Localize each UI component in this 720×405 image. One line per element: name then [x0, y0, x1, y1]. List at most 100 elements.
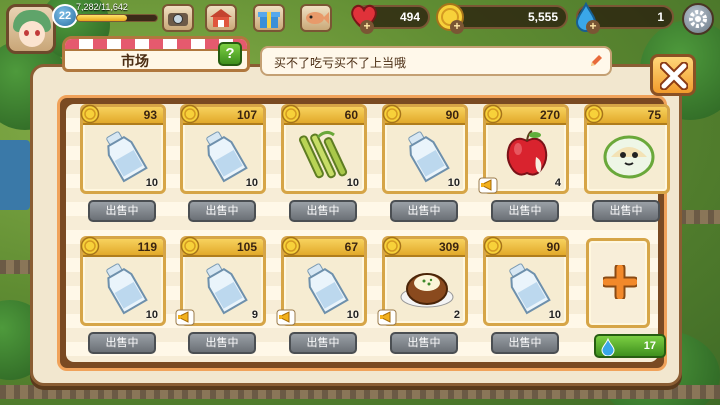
market-slot[interactable]: 309 2 出售中 [377, 236, 468, 354]
item-quantity: 10 [346, 309, 359, 321]
add-coins-button[interactable]: + [450, 20, 464, 34]
sugarcane-icon [298, 127, 354, 183]
gift-box-icon[interactable] [253, 4, 285, 32]
market-slot[interactable]: 90 10 出售中 [483, 236, 569, 354]
expand-cost: 17 [643, 340, 656, 352]
on-sale-button[interactable]: 出售中 [491, 200, 559, 222]
level-badge: 22 [52, 4, 78, 28]
item-card[interactable]: 75 [584, 104, 670, 194]
price-bar: 93 [80, 104, 163, 125]
advertise-icon[interactable] [276, 307, 298, 327]
item-card[interactable]: 105 9 [175, 236, 266, 326]
coin-icon [483, 236, 503, 256]
item-card[interactable]: 270 4 [478, 104, 569, 194]
item-card[interactable]: 90 10 [382, 104, 468, 194]
coin-icon [180, 236, 200, 256]
coin-icon [584, 104, 604, 124]
market-slot[interactable]: 119 10 出售中 [80, 236, 166, 354]
settings-gear-icon[interactable] [682, 3, 714, 35]
item-quantity: 10 [346, 177, 359, 189]
item-card[interactable]: 119 10 [80, 236, 166, 326]
add-slot-card[interactable] [586, 238, 650, 328]
baked-potato-icon [399, 259, 455, 315]
price-bar: 105 [180, 236, 263, 257]
advertise-icon[interactable] [478, 175, 500, 195]
item-price: 119 [137, 240, 157, 254]
item-price: 107 [236, 108, 257, 122]
item-price: 105 [236, 240, 257, 254]
xp-text: 7,282/11,642 [76, 2, 128, 12]
on-sale-button[interactable]: 出售中 [188, 332, 256, 354]
price-bar: 107 [180, 104, 263, 125]
milk-bottle-icon [298, 259, 354, 315]
on-sale-button[interactable]: 出售中 [188, 200, 256, 222]
on-sale-button[interactable]: 出售中 [390, 200, 458, 222]
shop-message-field[interactable]: 买不了吃亏买不了上当哦 [260, 46, 612, 76]
market-slot[interactable]: 90 10 出售中 [382, 104, 468, 222]
advertise-icon[interactable] [377, 307, 399, 327]
xp-fill [77, 15, 127, 21]
item-quantity: 2 [453, 309, 460, 321]
fish-icon[interactable] [300, 4, 332, 32]
market-slot[interactable]: 67 10 出售中 [276, 236, 367, 354]
coin-icon [483, 104, 503, 124]
item-card[interactable]: 90 10 [483, 236, 569, 326]
water-drop-icon [601, 338, 615, 356]
item-quantity: 10 [447, 177, 460, 189]
item-card[interactable]: 309 2 [377, 236, 468, 326]
advertise-icon[interactable] [175, 307, 197, 327]
market-slot[interactable]: 105 9 出售中 [175, 236, 266, 354]
price-bar: 60 [281, 104, 364, 125]
pencil-edit-icon[interactable] [588, 53, 604, 69]
hearts-value: 494 [399, 10, 420, 24]
top-hud: 22 7,282/11,642 494 + 5,555 + 1 + [0, 0, 720, 54]
milk-bottle-icon [97, 127, 153, 183]
milk-bottle-icon [197, 127, 253, 183]
coin-icon [382, 104, 402, 124]
on-sale-button[interactable]: 出售中 [88, 332, 156, 354]
market-slot[interactable]: 93 10 出售中 [80, 104, 166, 222]
on-sale-button[interactable]: 出售中 [390, 332, 458, 354]
add-gems-button[interactable]: + [586, 20, 600, 34]
on-sale-button[interactable]: 出售中 [289, 332, 357, 354]
item-price: 60 [344, 108, 358, 122]
item-card[interactable]: 67 10 [276, 236, 367, 326]
plus-icon [603, 265, 637, 299]
close-icon [660, 62, 688, 90]
price-bar: 119 [80, 236, 163, 257]
market-slot[interactable]: 107 10 出售中 [180, 104, 266, 222]
item-card[interactable]: 107 10 [180, 104, 266, 194]
item-quantity: 10 [245, 177, 258, 189]
close-button[interactable] [650, 54, 696, 96]
item-card[interactable]: 93 10 [80, 104, 166, 194]
on-sale-button[interactable]: 出售中 [491, 332, 559, 354]
help-button[interactable]: ? [218, 42, 242, 66]
player-avatar[interactable] [6, 4, 56, 54]
market-slot[interactable]: 270 4 出售中 [478, 104, 569, 222]
expand-slot-button[interactable]: 17 [594, 334, 666, 358]
price-bar: 309 [382, 236, 465, 257]
on-sale-button[interactable]: 出售中 [289, 200, 357, 222]
price-bar: 75 [584, 104, 667, 125]
item-card[interactable]: 60 10 [281, 104, 367, 194]
gems-value: 1 [657, 10, 664, 24]
onigiri-icon [601, 127, 657, 183]
market-slot[interactable]: 75 出售中 [584, 104, 670, 222]
milk-bottle-icon [197, 259, 253, 315]
milk-bottle-icon [500, 259, 556, 315]
barn-icon[interactable] [205, 4, 237, 32]
market-slot[interactable]: 60 10 出售中 [281, 104, 367, 222]
add-slot[interactable]: 17 [586, 238, 672, 358]
coins-counter: 5,555 + [436, 3, 568, 34]
item-price: 309 [438, 240, 459, 254]
price-bar: 90 [483, 236, 566, 257]
item-quantity: 10 [145, 177, 158, 189]
coin-icon [180, 104, 200, 124]
on-sale-button[interactable]: 出售中 [88, 200, 156, 222]
price-bar: 67 [281, 236, 364, 257]
on-sale-button[interactable]: 出售中 [592, 200, 660, 222]
camera-icon[interactable] [162, 4, 194, 32]
xp-bar [76, 14, 158, 22]
coin-icon [281, 236, 301, 256]
add-hearts-button[interactable]: + [360, 20, 374, 34]
